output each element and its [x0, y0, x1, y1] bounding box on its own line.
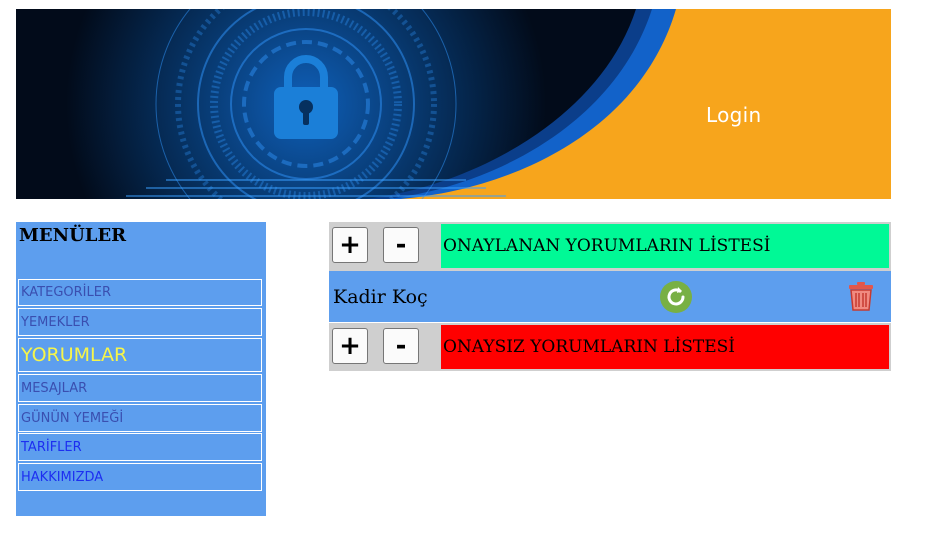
comment-author: Kadir Koç [333, 286, 428, 308]
sidebar-title: MENÜLER [19, 225, 127, 246]
collapse-approved-button[interactable]: - [383, 227, 419, 263]
menu-item-dish-of-the-day[interactable]: GÜNÜN YEMEĞİ [18, 404, 262, 432]
menu-item-messages[interactable]: MESAJLAR [18, 374, 262, 402]
approved-section-header: + - ONAYLANAN YORUMLARIN LİSTESİ [329, 222, 891, 270]
unapproved-section-header: + - ONAYSIZ YORUMLARIN LİSTESİ [329, 323, 891, 371]
trash-icon[interactable] [848, 281, 874, 311]
expand-unapproved-button[interactable]: + [332, 328, 368, 364]
menu-item-comments[interactable]: YORUMLAR [18, 338, 262, 372]
header-banner: Login [16, 9, 891, 199]
menu-item-dishes[interactable]: YEMEKLER [18, 308, 262, 336]
refresh-icon[interactable] [659, 280, 693, 314]
menu-item-about[interactable]: HAKKIMIZDA [18, 463, 262, 491]
table-row: Kadir Koç [329, 270, 891, 322]
menu-item-categories[interactable]: KATEGORİLER [18, 279, 262, 306]
collapse-unapproved-button[interactable]: - [383, 328, 419, 364]
login-link[interactable]: Login [706, 103, 761, 127]
menu-item-recipes[interactable]: TARİFLER [18, 433, 262, 461]
unapproved-list-title: ONAYSIZ YORUMLARIN LİSTESİ [441, 325, 889, 369]
expand-approved-button[interactable]: + [332, 227, 368, 263]
sidebar-menu: MENÜLER KATEGORİLER YEMEKLER YORUMLAR ME… [16, 222, 266, 516]
admin-page: Login MENÜLER KATEGORİLER YEMEKLER YORUM… [0, 0, 932, 559]
approved-list-title: ONAYLANAN YORUMLARIN LİSTESİ [441, 224, 889, 268]
